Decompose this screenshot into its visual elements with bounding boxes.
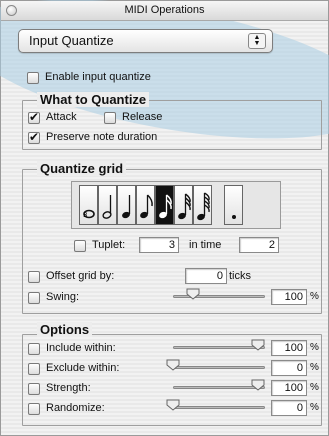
include-within-unit: % (310, 342, 319, 353)
strength-checkbox[interactable] (28, 383, 40, 395)
enable-input-quantize-checkbox[interactable] (27, 72, 39, 84)
svg-text:3: 3 (83, 211, 87, 219)
offset-grid-label: Offset grid by: (46, 270, 115, 282)
include-within-checkbox[interactable] (28, 343, 40, 355)
preserve-note-duration-label: Preserve note duration (46, 131, 158, 143)
exclude-within-slider-thumb[interactable] (166, 359, 180, 371)
eighth-note-icon[interactable] (136, 185, 155, 225)
operation-popup-value: Input Quantize (29, 33, 114, 48)
randomize-slider-track[interactable] (173, 406, 265, 409)
strength-slider-thumb[interactable] (251, 379, 265, 391)
what-to-quantize-title: What to Quantize (37, 92, 150, 107)
offset-grid-checkbox[interactable] (28, 271, 40, 283)
include-within-value-field[interactable]: 100 (271, 340, 307, 356)
swing-unit: % (310, 291, 319, 302)
midi-operations-window: MIDI Operations Input Quantize ▲ ▼ Enable… (0, 0, 329, 436)
tuplet-checkbox[interactable] (74, 240, 86, 252)
popup-arrows-icon: ▲ ▼ (248, 33, 266, 49)
randomize-label: Randomize: (46, 402, 105, 414)
exclude-within-slider-track[interactable] (173, 366, 265, 369)
exclude-within-value-field[interactable]: 0 (271, 360, 307, 376)
exclude-within-checkbox[interactable] (28, 363, 40, 375)
attack-label: Attack (46, 111, 77, 123)
release-checkbox[interactable] (104, 112, 116, 124)
sixteenth-note-icon[interactable] (155, 185, 174, 225)
randomize-value-field[interactable]: 0 (271, 400, 307, 416)
whole-triplet-note-icon[interactable]: 3 (79, 185, 98, 225)
half-note-icon[interactable] (98, 185, 117, 225)
swing-slider-thumb[interactable] (186, 288, 200, 300)
randomize-unit: % (310, 402, 319, 413)
offset-ticks-field[interactable]: 0 (185, 268, 227, 284)
enable-input-quantize-label: Enable input quantize (45, 71, 151, 83)
sixty-fourth-note-icon[interactable] (193, 185, 212, 225)
strength-unit: % (310, 382, 319, 393)
options-title: Options (37, 322, 93, 337)
thirty-second-note-icon[interactable] (174, 185, 193, 225)
operation-popup[interactable]: Input Quantize ▲ ▼ (18, 29, 273, 53)
swing-label: Swing: (46, 291, 80, 303)
include-within-label: Include within: (46, 342, 116, 354)
ticks-unit-label: ticks (229, 270, 251, 282)
include-within-slider-thumb[interactable] (251, 339, 265, 351)
in-time-label: in time (189, 239, 222, 251)
preserve-note-duration-checkbox[interactable] (28, 130, 40, 144)
swing-checkbox[interactable] (28, 292, 40, 304)
tuplet-field[interactable]: 3 (139, 237, 179, 253)
quarter-note-icon[interactable] (117, 185, 136, 225)
close-icon[interactable] (6, 5, 17, 16)
tuplet-label: Tuplet: (92, 239, 126, 251)
quantize-grid-title: Quantize grid (37, 161, 127, 176)
window-title: MIDI Operations (124, 4, 205, 16)
release-label: Release (122, 111, 163, 123)
strength-label: Strength: (46, 382, 91, 394)
dot-icon[interactable] (224, 185, 243, 225)
title-bar[interactable]: MIDI Operations (1, 1, 328, 21)
note-buttons: 3 (79, 185, 243, 227)
swing-value-field[interactable]: 100 (271, 289, 307, 305)
strength-value-field[interactable]: 100 (271, 380, 307, 396)
randomize-checkbox[interactable] (28, 403, 40, 415)
exclude-within-label: Exclude within: (46, 362, 120, 374)
in-time-field[interactable]: 2 (239, 237, 279, 253)
randomize-slider-thumb[interactable] (166, 399, 180, 411)
attack-checkbox[interactable] (28, 110, 40, 124)
exclude-within-unit: % (310, 362, 319, 373)
